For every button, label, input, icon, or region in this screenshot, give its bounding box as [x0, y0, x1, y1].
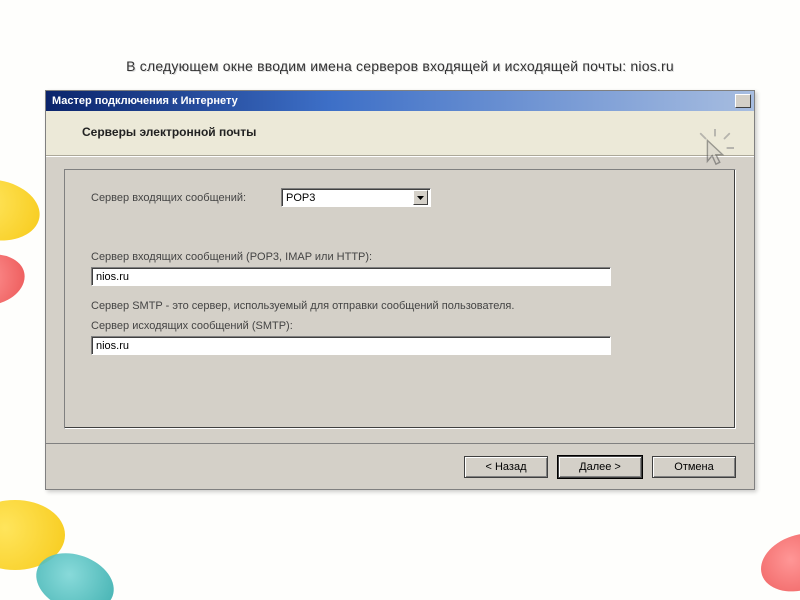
- outgoing-server-input[interactable]: [91, 336, 611, 355]
- form-panel: Сервер входящих сообщений: POP3 Сервер в…: [64, 169, 736, 429]
- dialog-header: Серверы электронной почты: [46, 111, 754, 156]
- next-button[interactable]: Далее >: [558, 456, 642, 478]
- incoming-type-label: Сервер входящих сообщений:: [91, 192, 281, 204]
- decoration: [0, 173, 45, 248]
- smtp-description: Сервер SMTP - это сервер, используемый д…: [91, 300, 709, 312]
- dialog-body: Сервер входящих сообщений: POP3 Сервер в…: [46, 156, 754, 443]
- titlebar[interactable]: Мастер подключения к Интернету: [46, 91, 754, 111]
- incoming-server-input[interactable]: [91, 267, 611, 286]
- close-button[interactable]: [735, 94, 751, 108]
- incoming-server-label: Сервер входящих сообщений (POP3, IMAP ил…: [91, 251, 709, 263]
- slide-caption: В следующем окне вводим имена серверов в…: [0, 58, 800, 74]
- cancel-button[interactable]: Отмена: [652, 456, 736, 478]
- decoration: [753, 524, 800, 600]
- decoration: [0, 248, 29, 311]
- slide: В следующем окне вводим имена серверов в…: [0, 0, 800, 600]
- wizard-dialog: Мастер подключения к Интернету Серверы э…: [45, 90, 755, 490]
- incoming-type-row: Сервер входящих сообщений: POP3: [91, 188, 709, 207]
- cursor-icon: [696, 129, 734, 167]
- incoming-type-value: POP3: [286, 192, 413, 204]
- dialog-title: Мастер подключения к Интернету: [52, 95, 735, 107]
- outgoing-server-label: Сервер исходящих сообщений (SMTP):: [91, 320, 709, 332]
- incoming-type-select[interactable]: POP3: [281, 188, 431, 207]
- header-title: Серверы электронной почты: [82, 125, 704, 139]
- back-button[interactable]: < Назад: [464, 456, 548, 478]
- dialog-footer: < Назад Далее > Отмена: [46, 443, 754, 489]
- chevron-down-icon: [413, 190, 428, 205]
